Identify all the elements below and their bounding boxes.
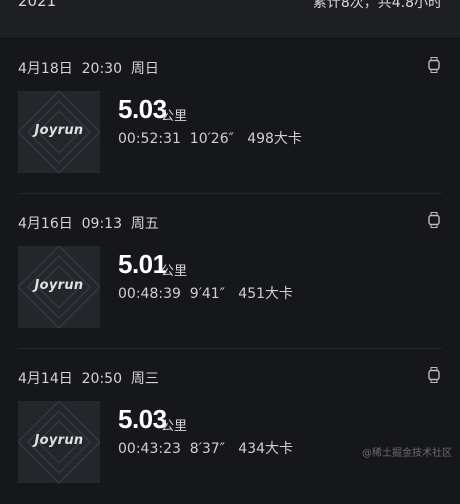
watch-icon <box>428 57 440 73</box>
thumbnail-brand: Joyrun <box>34 278 84 293</box>
record-weekday: 周五 <box>130 216 159 232</box>
distance-unit: 公里 <box>161 419 188 434</box>
distance-unit: 公里 <box>161 264 188 279</box>
record-stats: 00:48:39 9′41″ 451大卡 <box>118 283 293 303</box>
route-thumbnail[interactable]: Joyrun <box>18 91 100 173</box>
calories: 434大卡 <box>238 441 294 457</box>
distance-unit: 公里 <box>161 109 188 124</box>
record-datetime: 4月16日 09:13 周五 <box>18 213 159 233</box>
summary-text: 累计8次，共4.8小时 <box>312 0 442 11</box>
watch-icon <box>428 367 440 383</box>
distance-value: 5.01 <box>118 249 167 279</box>
record-weekday: 周日 <box>130 61 159 77</box>
summary-header: 2021 累计8次，共4.8小时 <box>0 0 460 38</box>
duration: 00:52:31 <box>118 131 181 147</box>
distance-value: 5.03 <box>118 94 167 124</box>
thumbnail-brand: Joyrun <box>34 123 84 138</box>
watermark: @稀土掘金技术社区 <box>362 448 452 459</box>
record-time: 20:30 <box>81 61 122 77</box>
route-thumbnail[interactable]: Joyrun <box>18 401 100 483</box>
watch-icon <box>428 212 440 228</box>
run-record[interactable]: 4月18日 20:30 周日 Joyrun 5.03 公里 00:52:31 1… <box>0 39 460 194</box>
record-datetime: 4月18日 20:30 周日 <box>18 58 159 78</box>
year-label: 2021 <box>18 0 57 10</box>
record-time: 09:13 <box>81 216 122 232</box>
record-datetime: 4月14日 20:50 周三 <box>18 368 159 388</box>
record-date: 4月18日 <box>18 61 73 77</box>
route-thumbnail[interactable]: Joyrun <box>18 246 100 328</box>
record-stats: 00:52:31 10′26″ 498大卡 <box>118 128 302 148</box>
pace: 10′26″ <box>189 131 234 147</box>
record-stats: 00:43:23 8′37″ 434大卡 <box>118 438 293 458</box>
record-time: 20:50 <box>81 371 122 387</box>
distance-value: 5.03 <box>118 404 167 434</box>
calories: 498大卡 <box>247 131 302 147</box>
pace: 8′37″ <box>189 441 225 457</box>
run-record[interactable]: 4月14日 20:50 周三 Joyrun 5.03 公里 00:43:23 8… <box>0 349 460 504</box>
run-record[interactable]: 4月16日 09:13 周五 Joyrun 5.01 公里 00:48:39 9… <box>0 194 460 349</box>
pace: 9′41″ <box>189 286 225 302</box>
duration: 00:48:39 <box>118 286 181 302</box>
duration: 00:43:23 <box>118 441 181 457</box>
record-date: 4月16日 <box>18 216 73 232</box>
record-date: 4月14日 <box>18 371 73 387</box>
calories: 451大卡 <box>238 286 294 302</box>
thumbnail-brand: Joyrun <box>34 433 84 448</box>
record-weekday: 周三 <box>130 371 159 387</box>
